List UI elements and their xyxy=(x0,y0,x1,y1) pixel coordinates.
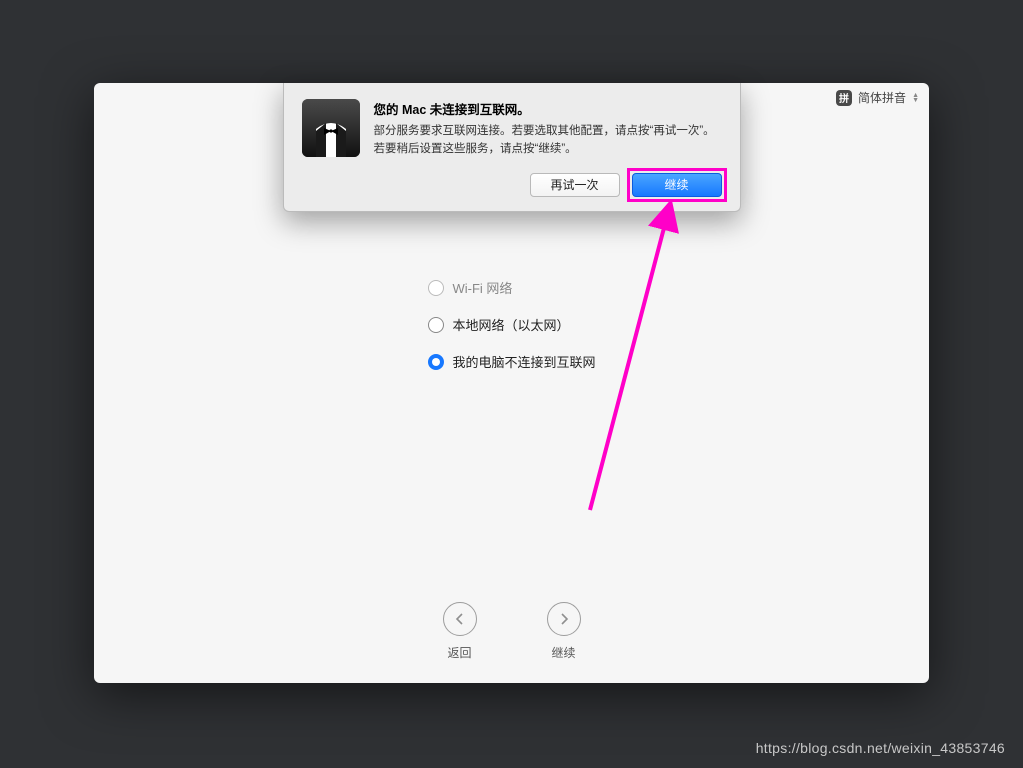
radio-wifi[interactable]: Wi-Fi 网络 xyxy=(427,278,595,297)
alert-body: 部分服务要求互联网连接。若要选取其他配置，请点按“再试一次”。若要稍后设置这些服… xyxy=(374,123,722,159)
next-button[interactable]: 继续 xyxy=(547,602,581,661)
updown-icon: ▲▼ xyxy=(912,93,919,103)
radio-icon xyxy=(427,317,443,333)
watermark-text: https://blog.csdn.net/weixin_43853746 xyxy=(756,740,1005,756)
continue-button-label: 继续 xyxy=(664,176,688,193)
radio-icon xyxy=(427,354,443,370)
next-label: 继续 xyxy=(551,644,575,661)
ime-label: 简体拼音 xyxy=(858,89,906,106)
radio-ethernet-label: 本地网络（以太网） xyxy=(452,315,569,334)
radio-no-internet-label: 我的电脑不连接到互联网 xyxy=(452,352,595,371)
alert-title: 您的 Mac 未连接到互联网。 xyxy=(374,99,722,118)
radio-no-internet[interactable]: 我的电脑不连接到互联网 xyxy=(427,352,595,371)
alert-sheet: 您的 Mac 未连接到互联网。 部分服务要求互联网连接。若要选取其他配置，请点按… xyxy=(283,83,741,212)
continue-button[interactable]: 继续 xyxy=(632,173,722,197)
radio-wifi-label: Wi-Fi 网络 xyxy=(452,278,512,297)
retry-button[interactable]: 再试一次 xyxy=(530,173,620,197)
wizard-nav: 返回 继续 xyxy=(94,602,929,661)
ime-badge-icon: 拼 xyxy=(836,90,852,106)
back-label: 返回 xyxy=(447,644,471,661)
setup-assistant-window: 拼 简体拼音 ▲▼ xyxy=(94,83,929,683)
input-method-indicator[interactable]: 拼 简体拼音 ▲▼ xyxy=(836,89,919,106)
arrow-right-icon xyxy=(547,602,581,636)
retry-button-label: 再试一次 xyxy=(550,176,598,193)
radio-ethernet[interactable]: 本地网络（以太网） xyxy=(427,315,595,334)
network-options: Wi-Fi 网络 本地网络（以太网） 我的电脑不连接到互联网 xyxy=(427,278,595,371)
setup-assistant-icon xyxy=(302,99,360,157)
radio-icon xyxy=(427,280,443,296)
back-button[interactable]: 返回 xyxy=(443,602,477,661)
arrow-left-icon xyxy=(443,602,477,636)
